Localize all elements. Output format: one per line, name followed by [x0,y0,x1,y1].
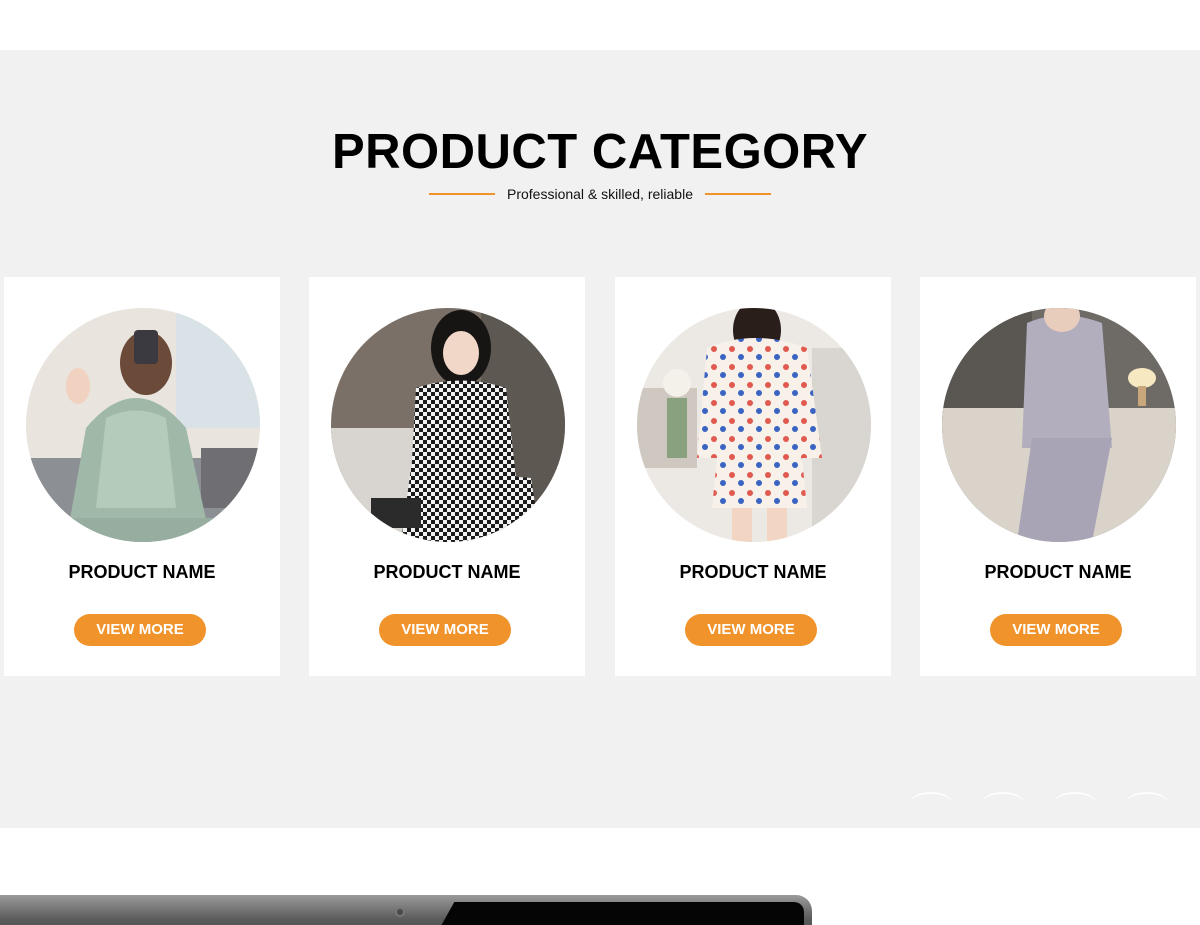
product-category-section: PRODUCT CATEGORY Professional & skilled,… [0,50,1200,828]
carousel-dot[interactable] [1054,792,1096,814]
product-card[interactable]: PRODUCT NAME VIEW MORE [309,277,585,676]
view-more-button[interactable]: VIEW MORE [74,614,206,646]
carousel-dot[interactable] [1126,792,1168,814]
carousel-pagination [910,792,1170,812]
section-title: PRODUCT CATEGORY [331,125,869,179]
subtitle-left-line [429,193,495,195]
product-image[interactable] [942,308,1176,542]
carousel-dot[interactable] [910,792,952,814]
view-more-button[interactable]: VIEW MORE [685,614,817,646]
product-image[interactable] [637,308,871,542]
product-image[interactable] [26,308,260,542]
view-more-button[interactable]: VIEW MORE [990,614,1122,646]
subtitle-right-line [704,193,771,195]
product-image[interactable] [331,308,565,542]
device-screen [432,902,804,925]
product-card[interactable]: PRODUCT NAME VIEW MORE [920,277,1196,676]
product-card[interactable]: PRODUCT NAME VIEW MORE [4,277,280,676]
product-name[interactable]: PRODUCT NAME [309,562,585,583]
product-card[interactable]: PRODUCT NAME VIEW MORE [615,277,891,676]
product-name[interactable]: PRODUCT NAME [920,562,1196,583]
subtitle-row: Professional & skilled, reliable [0,184,1200,204]
section-subtitle: Professional & skilled, reliable [507,186,693,202]
product-cards: PRODUCT NAME VIEW MORE PRODUCT NAME VIEW… [0,277,1200,676]
product-name[interactable]: PRODUCT NAME [4,562,280,583]
carousel-dot[interactable] [982,792,1024,814]
view-more-button[interactable]: VIEW MORE [379,614,511,646]
product-name[interactable]: PRODUCT NAME [615,562,891,583]
device-camera [395,907,405,917]
